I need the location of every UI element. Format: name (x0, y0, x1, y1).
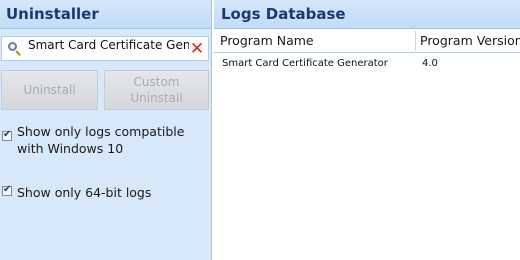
column-headers: Program Name Program Version (214, 29, 520, 53)
option-windows10-label: Show only logs compatible with Windows 1… (17, 124, 185, 156)
option-64bit[interactable]: ✔ Show only 64-bit logs (2, 184, 151, 201)
logs-database-title: Logs Database (214, 0, 520, 29)
windows10-checkbox[interactable]: ✔ (2, 129, 12, 141)
uninstall-button-label: Uninstall (23, 83, 76, 97)
checkmark-icon: ✔ (3, 129, 12, 140)
uninstaller-title: Uninstaller (0, 0, 211, 29)
custom-uninstall-label-2: Uninstall (130, 91, 183, 105)
search-icon (5, 39, 25, 59)
table-row[interactable]: Smart Card Certificate Generator 4.0 (214, 55, 520, 72)
uninstaller-panel: Uninstaller Smart Card Certificate Gene … (0, 0, 212, 260)
option-windows10[interactable]: ✔ Show only logs compatible with Windows… (2, 123, 210, 157)
logs-database-panel: Logs Database Program Name Program Versi… (214, 0, 520, 260)
column-divider[interactable] (415, 31, 416, 51)
option-64bit-label: Show only 64-bit logs (17, 185, 152, 200)
search-box[interactable]: Smart Card Certificate Gene ✕ (1, 36, 209, 61)
clear-icon[interactable]: ✕ (189, 38, 205, 60)
program-name-cell: Smart Card Certificate Generator (222, 58, 388, 69)
custom-uninstall-label-1: Custom (133, 75, 180, 89)
program-version-cell: 4.0 (422, 58, 438, 69)
custom-uninstall-button[interactable]: Custom Uninstall (104, 70, 209, 110)
column-header-program-version[interactable]: Program Version (420, 29, 520, 53)
column-header-program-name[interactable]: Program Name (220, 29, 314, 53)
64bit-checkbox[interactable]: ✔ (2, 184, 12, 196)
checkmark-icon: ✔ (3, 184, 12, 195)
search-input[interactable]: Smart Card Certificate Gene (25, 38, 189, 60)
uninstall-button[interactable]: Uninstall (1, 70, 98, 110)
